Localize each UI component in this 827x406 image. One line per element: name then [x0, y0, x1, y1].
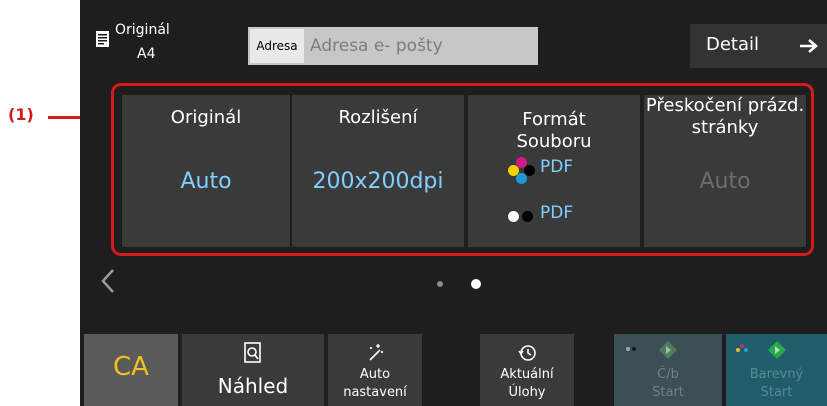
original-size: A4 [137, 46, 156, 62]
recent-jobs-label-1: Aktuální [500, 367, 554, 382]
clear-all-label: CA [113, 352, 149, 382]
arrow-right-icon [800, 39, 818, 53]
original-info[interactable]: Originál A4 [95, 18, 205, 68]
email-address-input[interactable]: Adresa e- pošty [310, 27, 443, 65]
color-indicator-dot [740, 344, 744, 348]
color-start-label-2: Start [760, 385, 793, 400]
auto-settings-label-2: nastavení [343, 385, 407, 400]
recent-jobs-button[interactable]: Aktuální Úlohy [480, 334, 574, 406]
preview-button[interactable]: Náhled [182, 334, 324, 406]
auto-settings-label-1: Auto [359, 367, 391, 382]
page-indicator-dot [437, 281, 443, 287]
diamond-start-icon [659, 341, 677, 359]
page-indicator-dot-active [471, 279, 481, 289]
auto-settings-button[interactable]: Auto nastavení [328, 334, 422, 406]
callout-label: (1) [8, 105, 34, 124]
clear-all-button[interactable]: CA [84, 334, 178, 406]
detail-label: Detail [706, 34, 760, 55]
color-indicator-dot [744, 348, 748, 352]
magnifier-page-icon [244, 342, 261, 363]
bw-indicator-dots [632, 347, 636, 351]
callout-frame [111, 83, 814, 256]
history-icon [518, 345, 536, 361]
address-button[interactable]: Adresa [250, 29, 304, 63]
detail-button[interactable]: Detail [690, 24, 827, 68]
bw-indicator-dots [626, 347, 630, 351]
recent-jobs-label-2: Úlohy [508, 385, 546, 400]
bw-start-button[interactable]: Č/b Start [614, 334, 722, 406]
bw-start-label-1: Č/b [657, 367, 679, 382]
bw-start-label-2: Start [652, 385, 684, 400]
address-field: Adresa Adresa e- pošty [248, 27, 538, 65]
color-indicator-dot [736, 348, 740, 352]
document-icon [96, 31, 109, 47]
color-start-label-1: Barevný [749, 367, 804, 382]
preview-label: Náhled [217, 374, 289, 398]
diamond-start-icon [767, 341, 786, 359]
magic-wand-icon [369, 344, 383, 361]
original-label: Originál [115, 22, 170, 38]
color-start-button[interactable]: Barevný Start [726, 334, 827, 406]
chevron-left-icon[interactable] [98, 268, 118, 294]
